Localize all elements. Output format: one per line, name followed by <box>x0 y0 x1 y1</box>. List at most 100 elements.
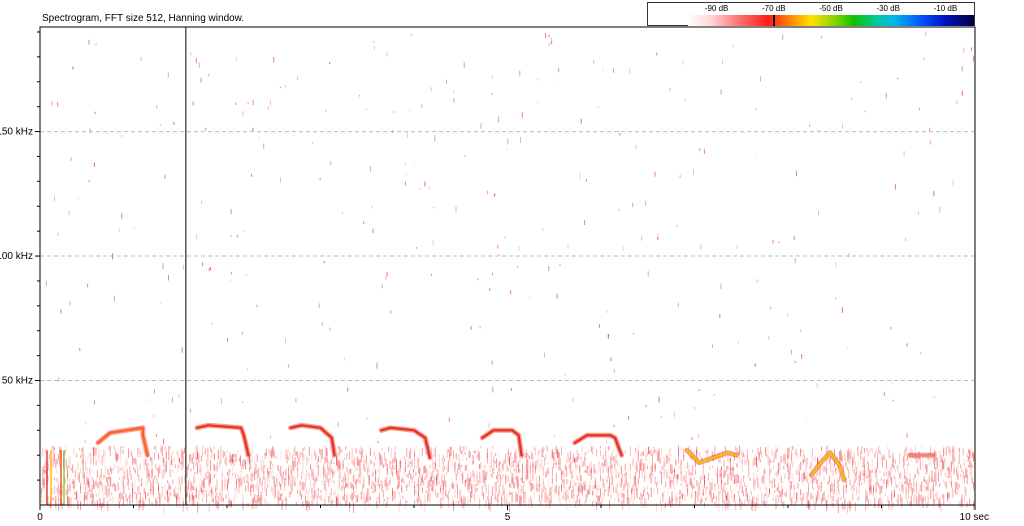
noise-streak <box>317 492 319 497</box>
noise-streak <box>156 476 158 485</box>
noise-streak <box>467 471 469 476</box>
noise-streak <box>697 491 699 502</box>
noise-streak <box>615 487 617 493</box>
noise-streak <box>216 462 218 472</box>
noise-streak <box>496 496 497 502</box>
noise-streak <box>394 446 396 450</box>
speckle <box>133 227 135 230</box>
noise-streak <box>472 460 474 465</box>
noise-streak <box>899 453 900 464</box>
noise-streak <box>964 486 965 493</box>
noise-streak <box>215 473 217 476</box>
noise-streak <box>691 471 692 476</box>
noise-streak <box>251 471 253 483</box>
noise-streak <box>940 502 942 514</box>
noise-streak <box>843 484 845 489</box>
speckle <box>279 86 281 89</box>
noise-streak <box>926 485 928 491</box>
noise-streak <box>779 446 781 449</box>
noise-streak <box>340 471 341 479</box>
noise-streak <box>619 463 621 468</box>
noise-streak <box>164 483 166 493</box>
speckle <box>971 47 972 51</box>
noise-streak <box>142 448 144 454</box>
noise-streak <box>494 461 496 464</box>
noise-streak <box>805 464 807 471</box>
noise-streak <box>359 460 361 463</box>
noise-streak <box>386 483 388 491</box>
noise-streak <box>216 478 218 490</box>
noise-streak <box>177 449 179 455</box>
noise-streak <box>629 473 631 480</box>
noise-streak <box>951 481 952 488</box>
noise-streak <box>94 501 96 507</box>
noise-streak <box>217 502 219 511</box>
noise-streak <box>809 481 811 485</box>
noise-streak <box>557 449 559 458</box>
noise-streak <box>741 449 743 461</box>
spectrogram-plot[interactable]: 50 kHz100 kHz150 kHz0510 sec <box>0 0 1024 526</box>
y-tick-label: 50 kHz <box>2 376 33 387</box>
noise-streak <box>210 447 211 452</box>
speckle <box>923 57 925 61</box>
noise-streak <box>818 486 820 491</box>
speckle <box>498 254 500 256</box>
noise-streak <box>606 459 608 467</box>
speckle <box>280 177 281 183</box>
noise-streak <box>421 487 423 492</box>
noise-streak <box>841 502 843 510</box>
noise-streak <box>134 469 136 474</box>
noise-streak <box>206 494 208 503</box>
noise-streak <box>590 446 592 452</box>
noise-streak <box>403 481 405 484</box>
speckle <box>963 47 965 53</box>
noise-streak <box>182 497 184 503</box>
noise-streak <box>168 445 170 457</box>
noise-streak <box>255 463 257 471</box>
noise-streak <box>198 453 200 464</box>
noise-streak <box>132 455 133 466</box>
noise-streak <box>889 466 891 471</box>
noise-streak <box>964 494 965 503</box>
noise-streak <box>41 488 42 498</box>
noise-streak <box>394 451 396 463</box>
noise-streak <box>896 499 898 502</box>
noise-streak <box>568 464 570 470</box>
noise-streak <box>905 486 907 492</box>
speckle <box>897 77 899 80</box>
speckle <box>635 145 637 150</box>
noise-streak <box>538 450 540 454</box>
noise-streak <box>610 464 612 470</box>
noise-streak <box>961 468 963 472</box>
noise-streak <box>341 480 343 482</box>
noise-streak <box>178 497 180 508</box>
noise-streak <box>311 494 313 500</box>
noise-streak <box>351 475 353 482</box>
noise-streak <box>735 446 737 452</box>
noise-streak <box>320 490 322 493</box>
noise-streak <box>845 484 847 488</box>
noise-streak <box>524 491 526 500</box>
noise-streak <box>718 458 720 463</box>
noise-streak <box>295 451 297 456</box>
noise-streak <box>499 462 501 465</box>
noise-streak <box>670 453 672 457</box>
noise-streak <box>904 481 906 484</box>
noise-streak <box>879 470 881 474</box>
noise-streak <box>627 497 629 504</box>
noise-streak <box>814 476 816 480</box>
noise-streak <box>472 470 474 478</box>
speckle <box>669 88 671 91</box>
noise-streak <box>900 493 902 502</box>
noise-streak <box>324 499 326 506</box>
noise-streak <box>252 498 254 509</box>
noise-streak <box>697 481 699 487</box>
noise-streak <box>484 469 486 480</box>
noise-streak <box>258 489 260 497</box>
noise-streak <box>580 475 582 481</box>
noise-streak <box>54 460 55 465</box>
noise-streak <box>100 468 102 478</box>
noise-streak <box>263 459 265 469</box>
noise-streak <box>553 463 555 468</box>
speckle <box>162 263 164 270</box>
